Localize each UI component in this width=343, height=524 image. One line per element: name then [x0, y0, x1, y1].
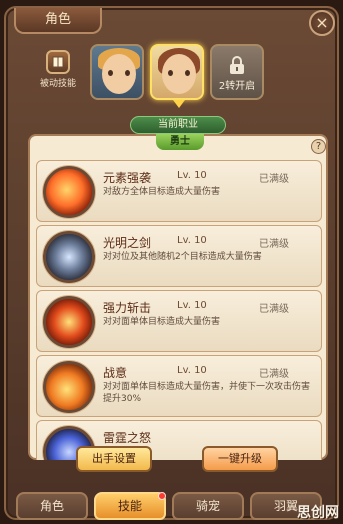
- slash-icon: [43, 296, 95, 348]
- portrait-hero-2-selected[interactable]: [150, 44, 204, 100]
- skill-name: 战意: [103, 366, 128, 380]
- tab-character[interactable]: 角色: [16, 492, 88, 520]
- window-title: 角色: [14, 8, 102, 34]
- book-icon: [46, 50, 70, 74]
- help-icon[interactable]: ?: [311, 139, 326, 154]
- job-badge: 勇士: [156, 134, 204, 150]
- skill-row[interactable]: 元素强袭 Lv. 10 已满级 对敌方全体目标造成大量伤害: [36, 160, 322, 222]
- skill-status: 已满级: [259, 304, 289, 315]
- tab-skills[interactable]: 技能: [94, 492, 166, 520]
- skill-desc: 对对面单体目标造成大量伤害: [103, 317, 221, 327]
- skill-status: 已满级: [259, 369, 289, 380]
- selection-arrow-icon: [173, 100, 185, 108]
- skill-level: Lv. 10: [177, 235, 207, 246]
- skill-row[interactable]: 光明之剑 Lv. 10 已满级 对对位及其他随机2个目标造成大量伤害: [36, 225, 322, 287]
- hero-2-eyes: [168, 70, 190, 76]
- passive-skill-label: 被动技能: [39, 79, 76, 89]
- skill-desc: 对对位及其他随机2个目标造成大量伤害: [103, 252, 262, 262]
- skill-level: Lv. 10: [177, 170, 207, 181]
- skill-desc: 对敌方全体目标造成大量伤害: [103, 187, 221, 197]
- skill-name: 光明之剑: [103, 236, 152, 250]
- portrait-locked-slot[interactable]: 2转开启: [210, 44, 264, 100]
- action-setting-button[interactable]: 出手设置: [76, 446, 152, 472]
- skill-status: 已满级: [259, 239, 289, 250]
- skill-name: 强力斩击: [103, 301, 152, 315]
- sword-icon: [43, 231, 95, 283]
- watermark: 思创网: [297, 505, 339, 521]
- close-button[interactable]: ×: [309, 10, 335, 36]
- skill-name: 元素强袭: [103, 171, 152, 185]
- passive-skill-button[interactable]: 被动技能: [34, 50, 82, 89]
- skill-list[interactable]: 元素强袭 Lv. 10 已满级 对敌方全体目标造成大量伤害 光明之剑 Lv. 1…: [36, 160, 326, 460]
- lock-icon: [230, 56, 244, 74]
- locked-text: 2转开启: [218, 81, 256, 92]
- current-job-label: 当前职业: [130, 116, 226, 134]
- bottom-tabs: 角色 技能 骑宠 羽翼: [16, 492, 332, 522]
- tab-skills-label: 技能: [117, 499, 142, 513]
- skill-panel: 勇士 ? 元素强袭 Lv. 10 已满级 对敌方全体目标造成大量伤害 光明之剑 …: [28, 134, 328, 460]
- one-click-upgrade-button[interactable]: 一键升级: [202, 446, 278, 472]
- flame-icon: [43, 361, 95, 413]
- portrait-hero-1[interactable]: [90, 44, 144, 100]
- skill-level: Lv. 10: [177, 300, 207, 311]
- skill-status: 已满级: [259, 174, 289, 185]
- hero-1-eyes: [108, 70, 130, 76]
- skill-row[interactable]: 战意 Lv. 10 已满级 对对面单体目标造成大量伤害，并使下一次攻击伤害提升3…: [36, 355, 322, 417]
- skill-level: Lv. 10: [177, 365, 207, 376]
- character-window: 角色 × 被动技能 2转开启 当前职业 勇士 ? 元素强袭 Lv. 10 已满级…: [4, 6, 339, 520]
- fire-burst-icon: [43, 166, 95, 218]
- skill-desc: 对对面单体目标造成大量伤害，并使下一次攻击伤害提升30%: [103, 382, 311, 404]
- skill-name: 雷霆之怒: [103, 431, 152, 445]
- notification-dot-icon: [158, 492, 166, 500]
- skill-row[interactable]: 强力斩击 Lv. 10 已满级 对对面单体目标造成大量伤害: [36, 290, 322, 352]
- tab-mount[interactable]: 骑宠: [172, 492, 244, 520]
- portrait-row: 2转开启: [90, 42, 268, 108]
